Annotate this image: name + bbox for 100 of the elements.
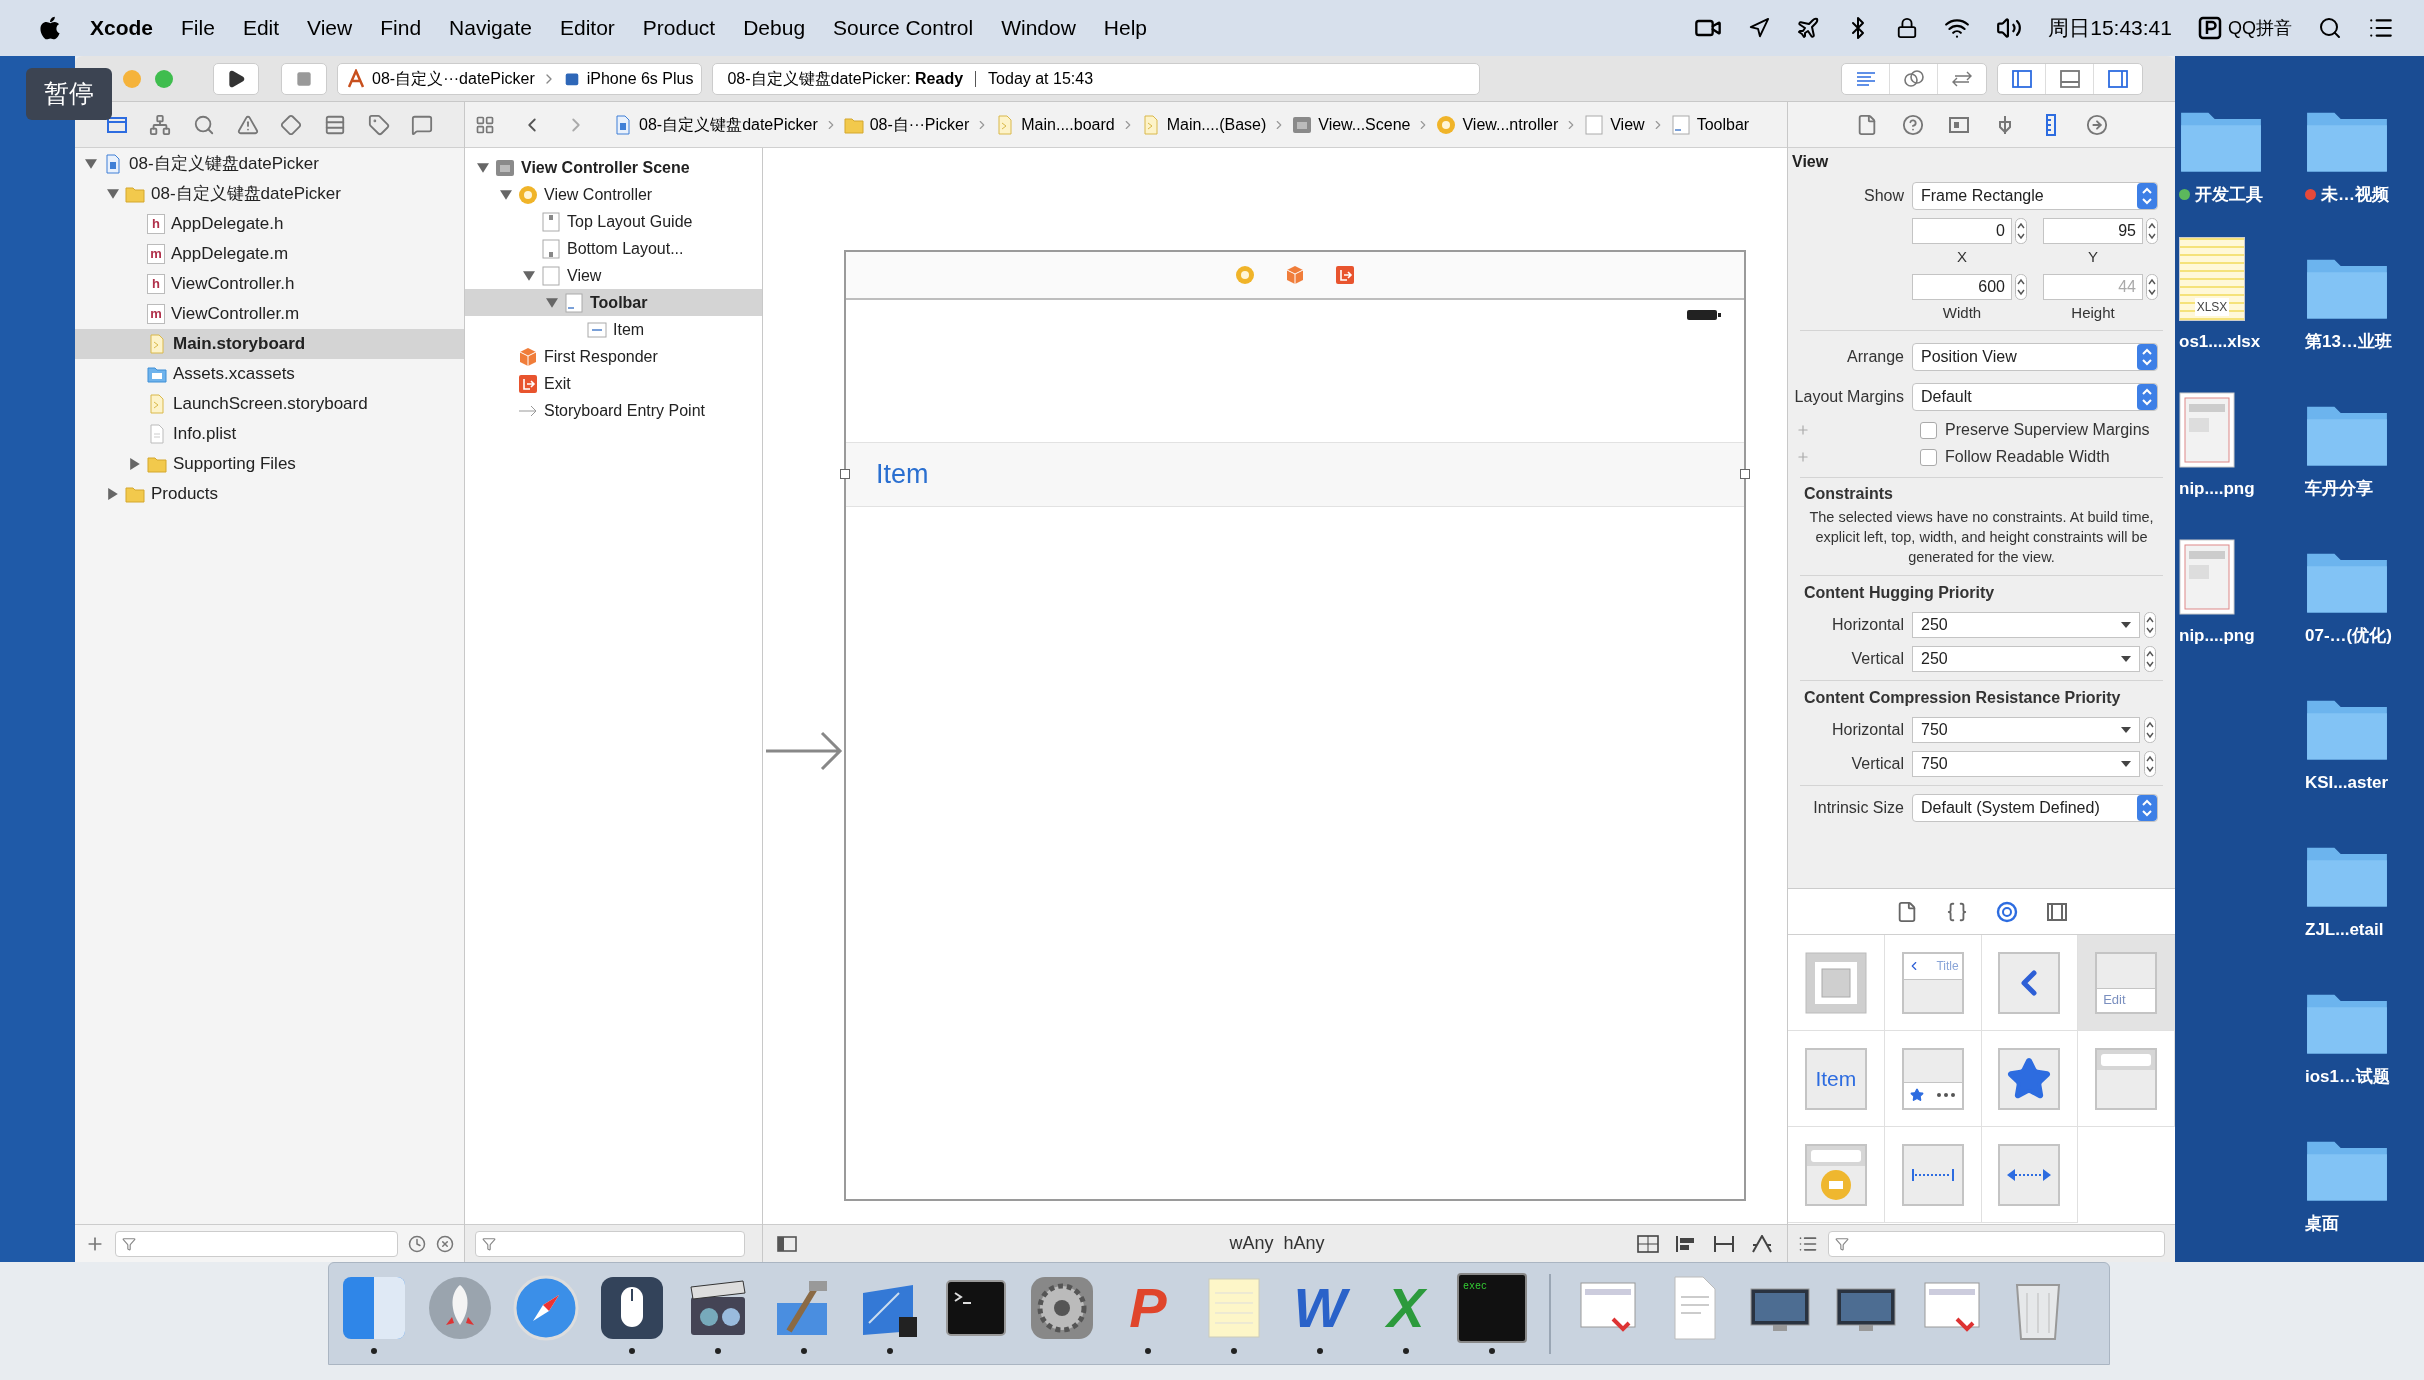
file-row[interactable]: m ViewController.m — [75, 299, 464, 329]
apple-icon[interactable] — [38, 15, 62, 41]
path-segment[interactable]: View...ntroller — [1462, 112, 1559, 137]
file-row[interactable]: LaunchScreen.storyboard — [75, 389, 464, 419]
compass-icon[interactable] — [511, 1273, 581, 1343]
target-icon[interactable] — [1995, 900, 2018, 923]
library-cell[interactable] — [1981, 1031, 2079, 1127]
toolbar-item[interactable]: Item — [876, 454, 929, 495]
filter-field[interactable] — [115, 1230, 398, 1257]
bottom-panel-icon[interactable] — [2058, 67, 2081, 90]
intrinsic-size-popup[interactable]: Default (System Defined) — [1912, 794, 2158, 822]
checkbox[interactable] — [1920, 421, 1937, 439]
file-row[interactable]: 08-自定义键盘datePicker — [75, 179, 464, 209]
priority-combo-box[interactable]: 250 — [1912, 646, 2140, 672]
disclosure-triangle-icon[interactable] — [85, 158, 97, 170]
path-segment[interactable]: 08-自定义键盘datePicker — [639, 112, 818, 137]
filter-field[interactable] — [475, 1230, 745, 1257]
outline-row[interactable]: View Controller Scene — [465, 154, 762, 181]
outline-row[interactable]: Item — [465, 316, 762, 343]
stepper-icon[interactable] — [2144, 646, 2156, 672]
disclosure-triangle-icon[interactable] — [546, 296, 558, 309]
scheme-selector[interactable]: 08-自定义···datePicker iPhone 6s Plus — [337, 62, 703, 95]
input-method-label[interactable]: QQ拼音 — [2228, 14, 2292, 42]
left-panel-icon[interactable] — [2010, 67, 2033, 90]
plane-icon[interactable] — [1796, 16, 1821, 40]
film-strip-icon[interactable] — [2045, 900, 2068, 923]
menu-item[interactable]: File — [181, 12, 215, 44]
tag-icon[interactable] — [367, 113, 390, 136]
size-class-label[interactable]: wAny — [1229, 1230, 1274, 1257]
braces-icon[interactable] — [1945, 900, 1968, 923]
library-cell[interactable] — [1884, 1127, 1982, 1223]
stepper-icon[interactable] — [2144, 751, 2156, 777]
pin-icon[interactable] — [1713, 1234, 1735, 1253]
run-button[interactable] — [213, 62, 259, 95]
file-row[interactable]: Assets.xcassets — [75, 359, 464, 389]
stepper-icon[interactable] — [2015, 218, 2027, 244]
stepper-icon[interactable] — [2144, 612, 2156, 638]
menu-item[interactable]: Edit — [242, 12, 280, 44]
number-field[interactable]: 95 — [2043, 218, 2143, 244]
letter-tile-icon[interactable]: W — [1285, 1273, 1355, 1343]
clock-text[interactable]: 周日15:43:41 — [2048, 12, 2172, 44]
priority-combo-box[interactable]: 750 — [1912, 751, 2140, 777]
clock-icon[interactable] — [408, 1234, 426, 1253]
image-file-icon[interactable] — [2179, 539, 2235, 615]
file-row[interactable]: m AppDelegate.m — [75, 239, 464, 269]
path-segment[interactable]: 08-自···Picker — [869, 112, 970, 137]
disclosure-triangle-icon[interactable] — [107, 188, 119, 200]
menu-item[interactable]: Source Control — [833, 12, 974, 44]
arrow-circle-icon[interactable] — [2085, 113, 2108, 136]
priority-combo-box[interactable]: 250 — [1912, 612, 2140, 638]
disclosure-triangle-icon[interactable] — [500, 188, 512, 201]
number-field[interactable]: 0 — [1912, 218, 2012, 244]
number-field[interactable]: 600 — [1912, 274, 2012, 300]
file-row[interactable]: h ViewController.h — [75, 269, 464, 299]
file-row[interactable]: h AppDelegate.h — [75, 209, 464, 239]
resize-handle[interactable] — [1740, 469, 1750, 479]
image-file-icon[interactable] — [2179, 392, 2235, 468]
stepper-icon[interactable] — [2015, 274, 2027, 300]
outline-row[interactable]: View Controller — [465, 181, 762, 208]
bars-icon[interactable] — [323, 113, 346, 136]
location-arrow-icon[interactable] — [1748, 17, 1771, 39]
input-method-icon[interactable] — [2198, 16, 2222, 40]
file-row[interactable]: Supporting Files — [75, 449, 464, 479]
disclosure-triangle-icon[interactable] — [523, 269, 535, 282]
outline-row[interactable]: Top Layout Guide — [465, 208, 762, 235]
disclosure-triangle-icon[interactable] — [129, 458, 141, 470]
outline-row[interactable]: Toolbar — [465, 289, 762, 316]
close-icon[interactable] — [436, 1234, 454, 1253]
grid-icon[interactable] — [475, 114, 495, 135]
menu-item[interactable]: Product — [642, 12, 716, 44]
message-icon[interactable] — [411, 113, 434, 136]
show-popup[interactable]: Frame Rectangle — [1912, 182, 2158, 210]
resolve-icon[interactable] — [1751, 1234, 1773, 1253]
outline-row[interactable]: First Responder — [465, 343, 762, 370]
menu-item[interactable]: Xcode — [90, 12, 154, 44]
path-segment[interactable]: View — [1610, 112, 1645, 137]
library-cell[interactable] — [1788, 935, 1885, 1031]
path-segment[interactable]: Main....(Base) — [1166, 112, 1267, 137]
library-cell[interactable]: Item — [1788, 1031, 1885, 1127]
overlapping-circles-icon[interactable] — [1902, 67, 1925, 90]
file-row[interactable]: Main.storyboard — [75, 329, 464, 359]
library-cell[interactable] — [2078, 1031, 2175, 1127]
hierarchy-icon[interactable] — [149, 113, 172, 136]
outline-toggle-icon[interactable] — [777, 1233, 797, 1254]
lock-icon[interactable] — [1896, 17, 1919, 39]
menu-item[interactable]: Find — [380, 12, 422, 44]
spreadsheet-file-icon[interactable]: XLSX — [2179, 237, 2245, 321]
file-row[interactable]: Info.plist — [75, 419, 464, 449]
disclosure-triangle-icon[interactable] — [477, 161, 489, 174]
stack-icon[interactable] — [1637, 1234, 1659, 1253]
priority-combo-box[interactable]: 750 — [1912, 717, 2140, 743]
search-icon[interactable] — [2318, 16, 2342, 40]
outline-row[interactable]: Bottom Layout... — [465, 235, 762, 262]
outline-row[interactable]: View — [465, 262, 762, 289]
menu-item[interactable]: Editor — [559, 12, 615, 44]
menu-item[interactable]: Debug — [743, 12, 806, 44]
stop-button[interactable] — [281, 62, 327, 95]
arrange-popup[interactable]: Position View — [1912, 343, 2158, 371]
menu-item[interactable]: Help — [1103, 12, 1148, 44]
checkbox[interactable] — [1920, 448, 1937, 466]
